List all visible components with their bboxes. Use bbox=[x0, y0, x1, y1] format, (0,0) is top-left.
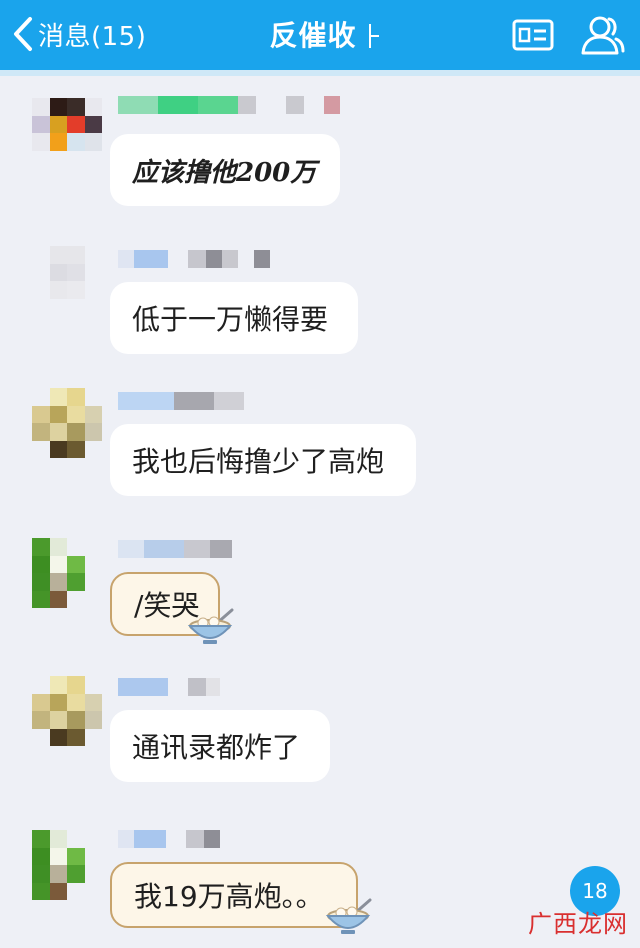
nickname-masked bbox=[118, 678, 220, 696]
rice-bowl-icon bbox=[325, 898, 372, 934]
unread-count-text: 18 bbox=[582, 879, 608, 903]
message-text: 通讯录都炸了 bbox=[132, 731, 301, 764]
message-row: 低于一万懒得要 bbox=[0, 238, 640, 358]
rice-bowl-icon bbox=[187, 608, 234, 644]
message-text: 低于一万懒得要 bbox=[132, 303, 329, 336]
watermark-text: 广西龙网 bbox=[528, 910, 628, 938]
message-text: 我也后悔撸少了高炮 bbox=[132, 445, 385, 478]
nickname-masked bbox=[118, 392, 244, 410]
nickname-masked bbox=[118, 96, 340, 114]
avatar[interactable] bbox=[32, 388, 102, 458]
message-row: 我也后悔撸少了高炮 bbox=[0, 382, 640, 502]
avatar[interactable] bbox=[32, 98, 102, 168]
watermark: 广西龙网 bbox=[528, 904, 628, 939]
cursor-mark bbox=[368, 24, 379, 48]
message-bubble[interactable]: 应该撸他200万 bbox=[110, 134, 340, 206]
avatar[interactable] bbox=[32, 676, 102, 746]
message-bubble[interactable]: 低于一万懒得要 bbox=[110, 282, 358, 354]
message-row: 通讯录都炸了 bbox=[0, 668, 640, 788]
avatar[interactable] bbox=[32, 538, 102, 608]
header-divider bbox=[0, 70, 640, 76]
avatar[interactable] bbox=[32, 830, 102, 900]
chat-title-text: 反催收 bbox=[269, 19, 357, 52]
nickname-masked bbox=[118, 540, 232, 558]
profile-card-button[interactable] bbox=[510, 12, 556, 58]
message-bubble[interactable]: 我19万高炮。。 bbox=[110, 862, 358, 928]
avatar[interactable] bbox=[32, 246, 102, 316]
message-row: /笑哭 bbox=[0, 530, 640, 650]
nickname-masked bbox=[118, 250, 270, 268]
chat-header: 消息(15) 反催收 bbox=[0, 0, 640, 70]
nickname-masked bbox=[118, 830, 220, 848]
contacts-icon bbox=[581, 16, 625, 55]
profile-card-icon bbox=[512, 19, 554, 51]
message-bubble[interactable]: 通讯录都炸了 bbox=[110, 710, 330, 782]
message-bubble[interactable]: 我也后悔撸少了高炮 bbox=[110, 424, 416, 496]
message-text: 应该撸他200万 bbox=[132, 157, 317, 188]
contacts-button[interactable] bbox=[580, 12, 626, 58]
message-row: 应该撸他200万 bbox=[0, 90, 640, 210]
message-text: 我19万高炮。。 bbox=[134, 880, 324, 913]
